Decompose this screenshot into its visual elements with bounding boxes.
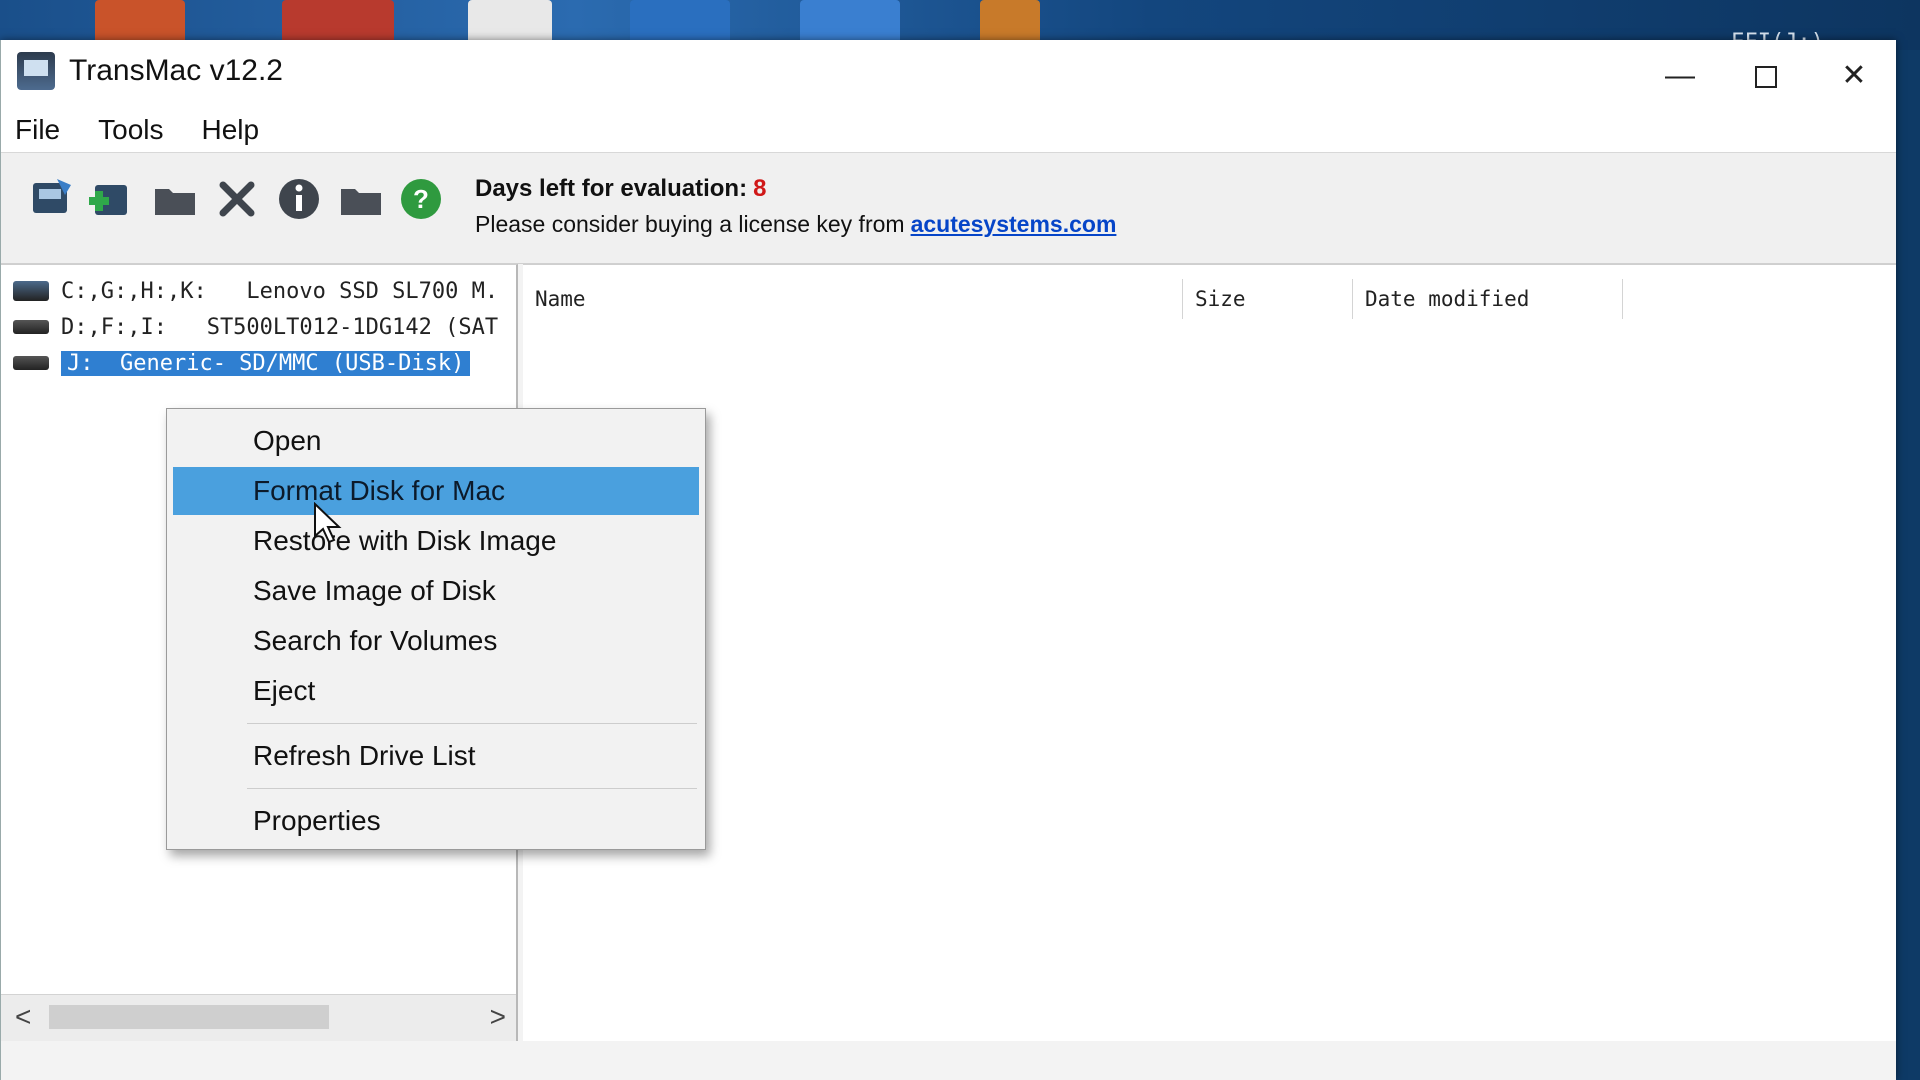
toolbar: ? Days left for evaluation: 8 Please cons… bbox=[1, 152, 1896, 264]
open-disk-icon bbox=[33, 179, 71, 213]
system-drive-icon bbox=[13, 281, 49, 301]
folder-button[interactable] bbox=[151, 175, 199, 223]
vendor-link[interactable]: acutesystems.com bbox=[911, 211, 1117, 237]
menu-item-search-volumes[interactable]: Search for Volumes bbox=[173, 617, 699, 665]
usb-drive-icon bbox=[13, 356, 49, 370]
menu-item-save-image[interactable]: Save Image of Disk bbox=[173, 567, 699, 615]
menu-bar: File Tools Help bbox=[1, 108, 1896, 152]
column-header-date-modified[interactable]: Date modified bbox=[1353, 279, 1623, 319]
scrollbar-thumb[interactable] bbox=[49, 1005, 329, 1029]
scroll-right-arrow-icon[interactable]: > bbox=[490, 1001, 506, 1033]
menu-item-open[interactable]: Open bbox=[173, 417, 699, 465]
file-list-pane: Name Size Date modified bbox=[523, 264, 1896, 1041]
drive-row[interactable]: D:,F:,I: ST500LT012-1DG142 (SAT bbox=[1, 309, 516, 345]
help-button[interactable]: ? bbox=[397, 175, 445, 223]
delete-icon bbox=[219, 181, 255, 217]
scroll-left-arrow-icon[interactable]: < bbox=[15, 1001, 31, 1033]
help-icon: ? bbox=[401, 179, 441, 219]
hard-drive-icon bbox=[13, 320, 49, 334]
drive-label: D:,F:,I: ST500LT012-1DG142 (SAT bbox=[61, 314, 499, 340]
svg-text:?: ? bbox=[413, 184, 429, 214]
delete-button[interactable] bbox=[213, 175, 261, 223]
menu-help[interactable]: Help bbox=[200, 112, 262, 148]
new-folder-icon bbox=[341, 189, 381, 215]
menu-separator bbox=[247, 788, 697, 789]
minimize-button[interactable]: — bbox=[1650, 56, 1710, 96]
add-disk-icon bbox=[89, 185, 127, 215]
column-header-size[interactable]: Size bbox=[1183, 279, 1353, 319]
menu-tools[interactable]: Tools bbox=[96, 112, 165, 148]
days-left-value: 8 bbox=[753, 175, 767, 202]
drive-context-menu: Open Format Disk for Mac Restore with Di… bbox=[166, 408, 706, 850]
drive-row-selected[interactable]: J: Generic- SD/MMC (USB-Disk) bbox=[1, 345, 516, 381]
menu-item-properties[interactable]: Properties bbox=[173, 797, 699, 845]
horizontal-scrollbar[interactable]: < > bbox=[1, 994, 516, 1041]
new-folder-button[interactable] bbox=[337, 175, 385, 223]
maximize-button[interactable] bbox=[1736, 56, 1796, 96]
menu-separator bbox=[247, 723, 697, 724]
menu-item-restore-image[interactable]: Restore with Disk Image bbox=[173, 517, 699, 565]
column-header-name[interactable]: Name bbox=[523, 279, 1183, 319]
title-bar[interactable]: TransMac v12.2 — ✕ bbox=[1, 40, 1896, 108]
license-message-line: Please consider buying a license key fro… bbox=[475, 211, 1116, 238]
drive-label: C:,G:,H:,K: Lenovo SSD SL700 M. bbox=[61, 278, 499, 304]
close-button[interactable]: ✕ bbox=[1824, 56, 1884, 96]
menu-file[interactable]: File bbox=[13, 112, 62, 148]
app-icon bbox=[17, 52, 55, 90]
evaluation-label: Days left for evaluation: bbox=[475, 175, 748, 202]
info-button[interactable] bbox=[275, 175, 323, 223]
drive-row[interactable]: C:,G:,H:,K: Lenovo SSD SL700 M. bbox=[1, 273, 516, 309]
evaluation-notice: Days left for evaluation: 8 Please consid… bbox=[475, 175, 1116, 238]
evaluation-days-line: Days left for evaluation: 8 bbox=[475, 175, 1116, 203]
window-title: TransMac v12.2 bbox=[69, 54, 283, 87]
maximize-icon bbox=[1755, 66, 1777, 89]
menu-item-eject[interactable]: Eject bbox=[173, 667, 699, 715]
info-icon bbox=[279, 179, 319, 219]
drive-label: J: Generic- SD/MMC (USB-Disk) bbox=[61, 350, 471, 376]
menu-item-format-disk[interactable]: Format Disk for Mac bbox=[173, 467, 699, 515]
mouse-pointer-icon bbox=[314, 502, 342, 544]
open-disk-button[interactable] bbox=[27, 175, 75, 223]
add-disk-button[interactable] bbox=[85, 175, 133, 223]
folder-icon bbox=[155, 189, 195, 215]
menu-item-refresh-drives[interactable]: Refresh Drive List bbox=[173, 732, 699, 780]
license-message: Please consider buying a license key fro… bbox=[475, 211, 905, 237]
transmac-window: TransMac v12.2 — ✕ File Tools Help ? Day… bbox=[0, 40, 1896, 1080]
